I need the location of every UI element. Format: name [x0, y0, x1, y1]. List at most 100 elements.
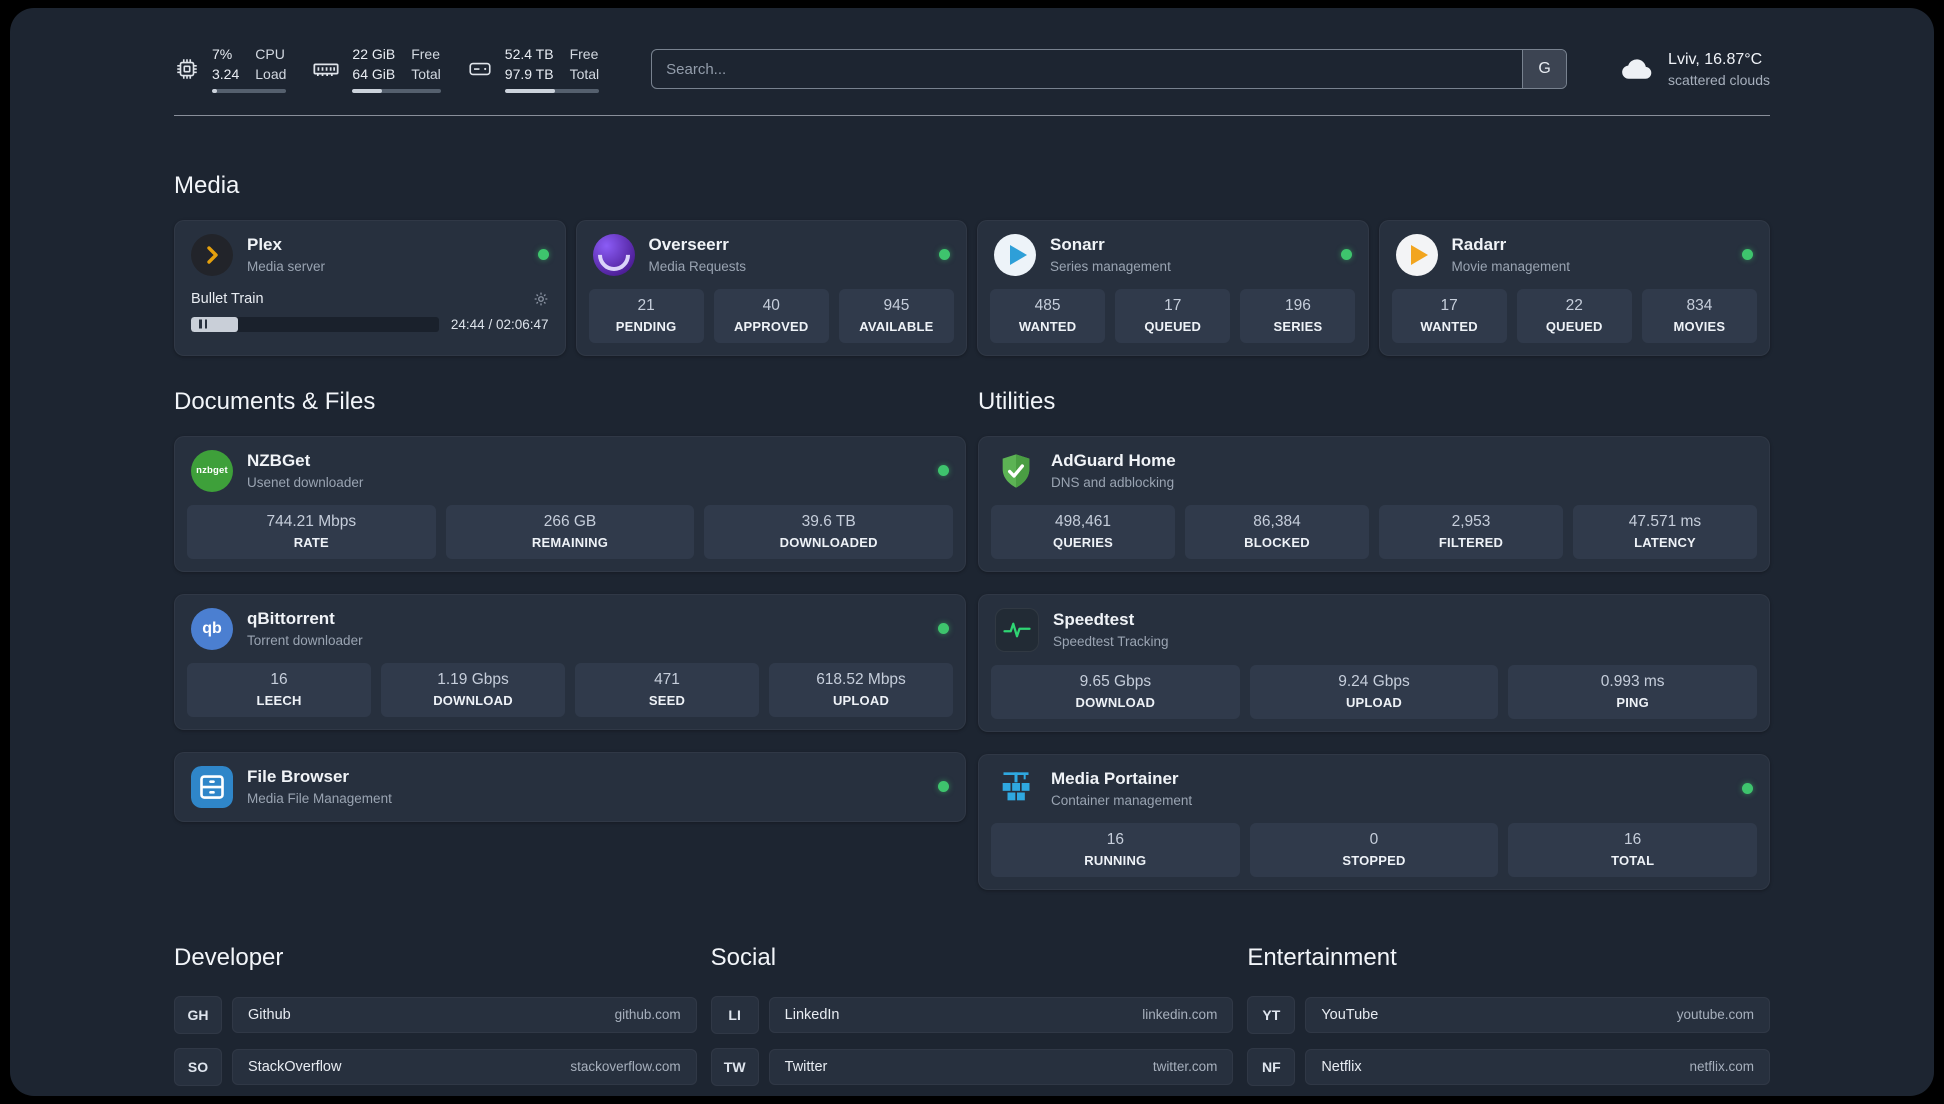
- nzbget-stats: 744.21 Mbps RATE 266 GB REMAINING 39.6 T…: [175, 504, 965, 571]
- service-card-overseerr[interactable]: Overseerr Media Requests 21 PENDING 40 A…: [575, 219, 967, 356]
- adguard-icon: [995, 450, 1037, 492]
- section-title-entertainment: Entertainment: [1247, 943, 1397, 971]
- section-title-documents: Documents & Files: [174, 387, 376, 415]
- search-engine-button[interactable]: G: [1522, 50, 1567, 89]
- service-card-speedtest[interactable]: Speedtest Speedtest Tracking 9.65 Gbps D…: [978, 593, 1770, 732]
- stat-value: 86,384: [1253, 512, 1301, 530]
- adguard-stats: 498,461 QUERIES 86,384 BLOCKED 2,953 FIL…: [979, 504, 1769, 571]
- stat-label: FILTERED: [1438, 534, 1504, 550]
- status-dot: [1340, 249, 1352, 261]
- service-card-portainer[interactable]: Media Portainer Container management 16 …: [978, 753, 1770, 890]
- weather-widget: Lviv, 16.87°C scattered clouds: [1619, 51, 1770, 88]
- plex-icon: [191, 233, 233, 276]
- stat-value: 16: [270, 670, 288, 688]
- stat-label: APPROVED: [733, 318, 809, 334]
- bookmark-abbr-stackoverflow[interactable]: SO: [174, 1047, 222, 1086]
- service-name: Plex: [247, 235, 282, 255]
- playback-progress-bar[interactable]: [191, 316, 439, 332]
- header-divider: [174, 114, 1770, 116]
- bookmark-row: NF Netflix netflix.com: [1247, 1047, 1770, 1086]
- top-bar: 7% 3.24 CPU Load 22 GiB 64 GiB Free Tota…: [174, 46, 1770, 93]
- stat-tile: 40 APPROVED: [713, 288, 829, 343]
- sonarr-stats: 485 WANTED 17 QUEUED 196 SERIES: [978, 288, 1368, 355]
- stat-tile: 2,953 FILTERED: [1379, 504, 1563, 559]
- bookmark-abbr-github[interactable]: GH: [174, 995, 222, 1034]
- stat-value: 9.24 Gbps: [1338, 672, 1410, 690]
- stat-tile: 47.571 ms LATENCY: [1573, 504, 1757, 559]
- stat-label: LATENCY: [1634, 534, 1696, 550]
- stat-value: 2,953: [1451, 512, 1491, 530]
- stat-tile: 0 STOPPED: [1249, 822, 1499, 877]
- bookmark-abbr-linkedin[interactable]: LI: [710, 995, 759, 1034]
- service-card-plex[interactable]: Plex Media server Bullet Train 24:44 / 0…: [174, 219, 566, 356]
- service-name: Speedtest: [1053, 610, 1135, 630]
- disk-total-label: Total: [569, 65, 600, 82]
- radarr-stats: 17 WANTED 22 QUEUED 834 MOVIES: [1380, 288, 1770, 355]
- bookmark-section-entertainment: Entertainment YT YouTube youtube.com NF …: [1247, 944, 1770, 1096]
- bookmark-stackoverflow[interactable]: StackOverflow stackoverflow.com: [232, 1048, 697, 1085]
- bookmark-twitter[interactable]: Twitter twitter.com: [768, 1048, 1234, 1085]
- sonarr-icon: [994, 233, 1036, 276]
- status-dot: [1742, 249, 1753, 261]
- now-playing-title: Bullet Train: [191, 290, 264, 307]
- bookmark-github[interactable]: Github github.com: [232, 996, 697, 1033]
- service-name: Media Portainer: [1051, 769, 1179, 789]
- overseerr-icon: [592, 233, 635, 276]
- bookmark-row: YT YouTube youtube.com: [1247, 995, 1770, 1034]
- bookmark-abbr-twitter[interactable]: TW: [710, 1047, 759, 1086]
- bookmark-netflix[interactable]: Netflix netflix.com: [1305, 1048, 1770, 1085]
- stat-label: AVAILABLE: [859, 318, 934, 334]
- bookmark-abbr-netflix[interactable]: NF: [1247, 1047, 1296, 1086]
- stat-value: 17: [1164, 296, 1182, 314]
- bookmark-row: LI LinkedIn linkedin.com: [710, 995, 1234, 1034]
- service-card-radarr[interactable]: Radarr Movie management 17 WANTED 22 QUE…: [1378, 219, 1770, 356]
- stat-label: DOWNLOAD: [433, 692, 513, 708]
- status-dot: [938, 623, 949, 635]
- service-card-sonarr[interactable]: Sonarr Series management 485 WANTED 17 Q…: [977, 219, 1369, 356]
- stat-value: 21: [637, 296, 655, 314]
- nzbget-icon: nzbget: [191, 449, 233, 492]
- gear-icon[interactable]: [533, 291, 549, 307]
- stat-value: 498,461: [1054, 512, 1112, 530]
- stat-label: QUERIES: [1053, 534, 1113, 550]
- stat-label: RATE: [293, 534, 329, 550]
- pause-icon[interactable]: [199, 319, 208, 329]
- bookmark-row: SO StackOverflow stackoverflow.com: [174, 1047, 697, 1086]
- stat-tile: 945 AVAILABLE: [838, 288, 954, 343]
- bookmark-linkedin[interactable]: LinkedIn linkedin.com: [768, 996, 1234, 1033]
- stat-value: 16: [1624, 830, 1642, 848]
- ram-total-value: 64 GiB: [352, 65, 396, 82]
- stat-value: 0: [1369, 830, 1379, 848]
- stat-label: DOWNLOAD: [1075, 694, 1156, 710]
- service-subtitle: Series management: [1050, 258, 1171, 274]
- bookmark-abbr-youtube[interactable]: YT: [1247, 995, 1296, 1034]
- service-card-filebrowser[interactable]: File Browser Media File Management: [174, 751, 966, 822]
- stat-value: 196: [1284, 296, 1311, 314]
- stat-label: LEECH: [256, 692, 302, 708]
- service-subtitle: DNS and adblocking: [1051, 474, 1175, 490]
- stat-value: 485: [1034, 296, 1061, 314]
- service-card-adguard[interactable]: AdGuard Home DNS and adblocking 498,461 …: [978, 435, 1770, 572]
- stat-label: MOVIES: [1673, 318, 1726, 334]
- service-subtitle: Media server: [247, 258, 326, 274]
- service-card-nzbget[interactable]: nzbget NZBGet Usenet downloader 744.21 M…: [174, 435, 966, 572]
- filebrowser-icon: [191, 765, 233, 808]
- stat-tile: 21 PENDING: [588, 288, 704, 343]
- stat-tile: 498,461 QUERIES: [991, 504, 1175, 559]
- service-card-qbittorrent[interactable]: qb qBittorrent Torrent downloader 16 LEE…: [174, 593, 966, 730]
- stat-tile: 196 SERIES: [1240, 288, 1356, 343]
- stat-value: 16: [1106, 830, 1124, 848]
- service-name: AdGuard Home: [1051, 451, 1176, 471]
- disk-icon: [469, 63, 491, 76]
- stat-label: UPLOAD: [832, 692, 890, 708]
- stat-tile: 22 QUEUED: [1516, 288, 1632, 343]
- stat-value: 744.21 Mbps: [266, 512, 357, 530]
- service-name: Radarr: [1451, 235, 1507, 255]
- service-subtitle: Media File Management: [247, 790, 392, 806]
- search-input[interactable]: [652, 60, 1523, 78]
- stat-value: 266 GB: [543, 512, 597, 530]
- bookmark-youtube[interactable]: YouTube youtube.com: [1305, 996, 1770, 1033]
- stat-value: 40: [762, 296, 780, 314]
- section-documents: Documents & Files nzbget NZBGet Usenet d…: [174, 388, 966, 890]
- service-subtitle: Movie management: [1451, 258, 1571, 274]
